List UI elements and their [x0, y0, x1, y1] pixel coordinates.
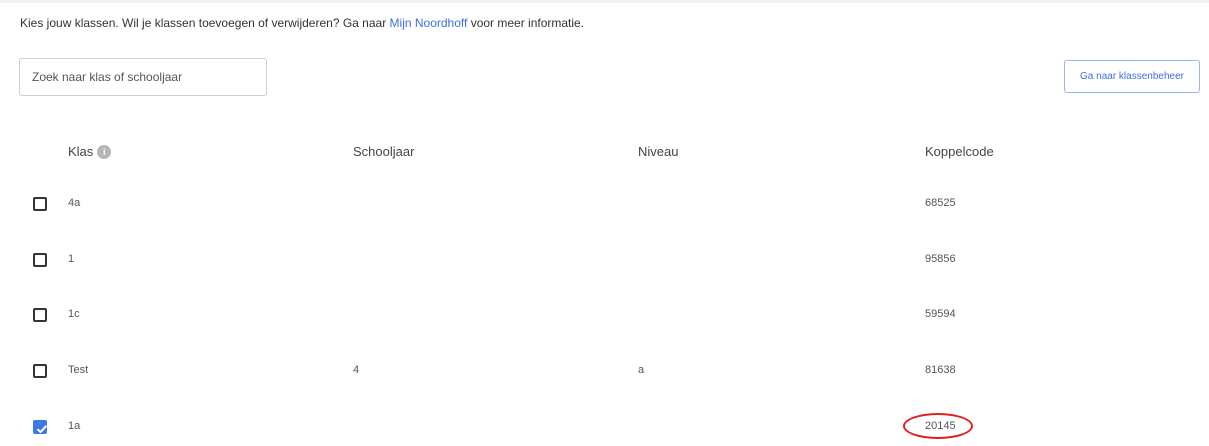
table-row: 1c 59594	[0, 303, 1209, 327]
cell-klas: 4a	[68, 197, 81, 209]
row-checkbox[interactable]	[33, 364, 47, 378]
cell-klas: Test	[68, 364, 89, 376]
cell-klas: 1a	[68, 420, 81, 432]
header-schooljaar: Schooljaar	[353, 144, 415, 159]
cell-koppelcode: 81638	[925, 364, 956, 376]
header-klas: Klas i	[68, 144, 112, 159]
row-checkbox[interactable]	[33, 197, 47, 211]
table-row: 1 95856	[0, 248, 1209, 272]
cell-niveau: a	[638, 364, 645, 376]
red-annotation-circle	[903, 413, 973, 439]
table-row: Test 4 a 81638	[0, 359, 1209, 383]
row-checkbox[interactable]	[33, 253, 47, 267]
intro-text-after: voor meer informatie.	[467, 16, 585, 30]
table-row: 1a 20145	[0, 415, 1209, 439]
header-koppelcode: Koppelcode	[925, 144, 994, 159]
intro-text-before: Kies jouw klassen. Wil je klassen toevoe…	[20, 16, 390, 30]
row-checkbox-checked[interactable]	[33, 420, 48, 434]
checkmark-icon	[36, 425, 48, 434]
mijn-noordhoff-link[interactable]: Mijn Noordhoff	[390, 16, 468, 30]
row-checkbox[interactable]	[33, 308, 47, 322]
header-klas-label: Klas	[68, 144, 94, 159]
header-niveau: Niveau	[638, 144, 679, 159]
manage-classes-button[interactable]: Ga naar klassenbeheer	[1064, 60, 1200, 93]
cell-klas: 1	[68, 253, 75, 265]
cell-schooljaar: 4	[353, 364, 360, 376]
cell-koppelcode: 59594	[925, 308, 956, 320]
top-divider	[0, 0, 1209, 3]
search-input[interactable]	[19, 58, 267, 96]
table-row: 4a 68525	[0, 192, 1209, 216]
cell-koppelcode: 95856	[925, 253, 956, 265]
intro-text: Kies jouw klassen. Wil je klassen toevoe…	[20, 16, 584, 30]
cell-koppelcode: 68525	[925, 197, 956, 209]
info-icon[interactable]: i	[97, 144, 112, 159]
cell-klas: 1c	[68, 308, 80, 320]
